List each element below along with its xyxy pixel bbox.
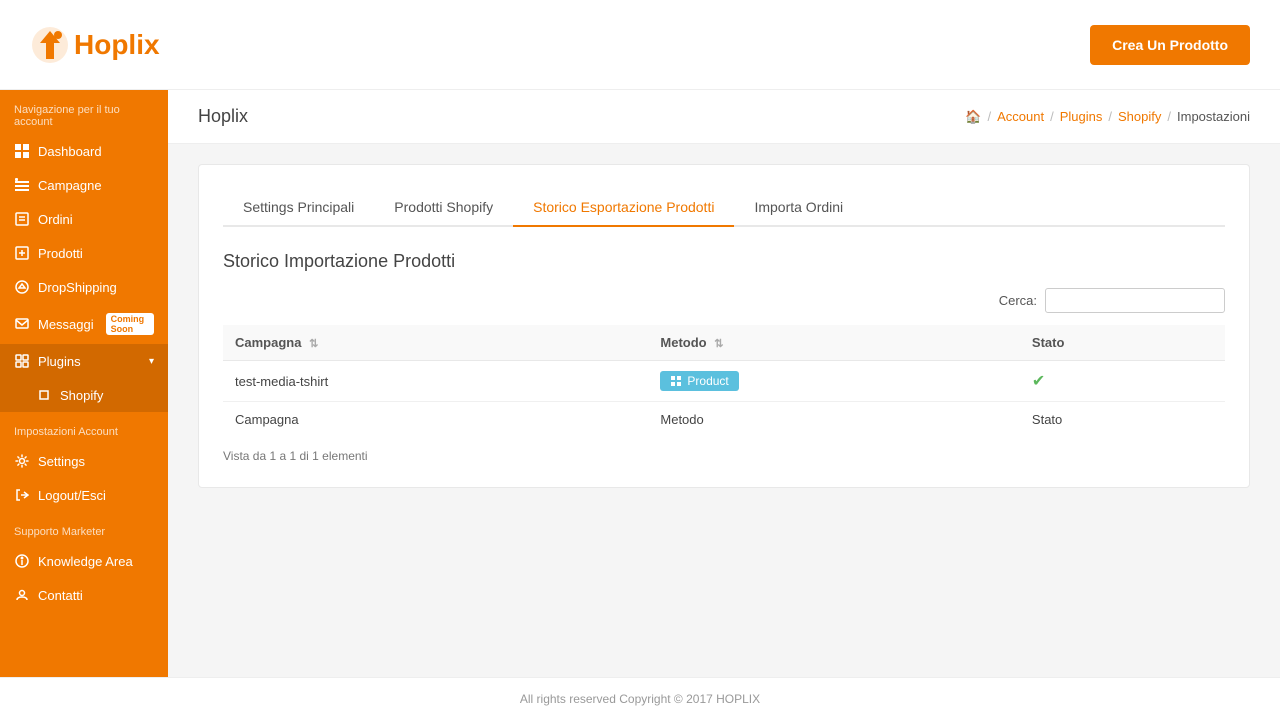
cell-campagna-footer: Campagna bbox=[223, 402, 648, 438]
breadcrumb-sep3: / bbox=[1108, 109, 1112, 124]
col-metodo[interactable]: Metodo ⇅ bbox=[648, 325, 1020, 361]
cell-metodo-1: Product bbox=[648, 361, 1020, 402]
inner-content: Settings Principali Prodotti Shopify Sto… bbox=[168, 144, 1280, 508]
sidebar-item-settings-label: Settings bbox=[38, 454, 85, 469]
sidebar-item-contatti-label: Contatti bbox=[38, 588, 83, 603]
sidebar-item-contatti[interactable]: Contatti bbox=[0, 578, 168, 612]
sidebar-item-plugins[interactable]: Plugins ▾ bbox=[0, 344, 168, 378]
dropshipping-icon bbox=[14, 279, 30, 295]
dashboard-icon bbox=[14, 143, 30, 159]
sidebar-item-dropshipping-label: DropShipping bbox=[38, 280, 117, 295]
sidebar-item-knowledge-label: Knowledge Area bbox=[38, 554, 133, 569]
logo-icon bbox=[30, 25, 70, 65]
table-row: test-media-tshirt Product ✔ bbox=[223, 361, 1225, 402]
sidebar-item-ordini[interactable]: Ordini bbox=[0, 202, 168, 236]
sidebar-item-campagne-label: Campagne bbox=[38, 178, 102, 193]
product-badge-icon bbox=[670, 375, 682, 387]
campagne-icon bbox=[14, 177, 30, 193]
sidebar-item-dropshipping[interactable]: DropShipping bbox=[0, 270, 168, 304]
table-header-row: Campagna ⇅ Metodo ⇅ Stato bbox=[223, 325, 1225, 361]
main-card: Settings Principali Prodotti Shopify Sto… bbox=[198, 164, 1250, 488]
knowledge-icon bbox=[14, 553, 30, 569]
contatti-icon bbox=[14, 587, 30, 603]
search-label: Cerca: bbox=[999, 293, 1037, 308]
breadcrumb-current: Impostazioni bbox=[1177, 109, 1250, 124]
top-header: Hoplix Crea Un Prodotto bbox=[0, 0, 1280, 90]
logo-text: Hoplix bbox=[74, 29, 160, 61]
sidebar-item-prodotti-label: Prodotti bbox=[38, 246, 83, 261]
cell-stato-1: ✔ bbox=[1020, 361, 1225, 402]
sidebar-item-prodotti[interactable]: Prodotti bbox=[0, 236, 168, 270]
page-header: Hoplix 🏠 / Account / Plugins / Shopify /… bbox=[168, 90, 1280, 144]
sidebar-item-shopify[interactable]: Shopify bbox=[0, 378, 168, 412]
vista-text: Vista da 1 a 1 di 1 elementi bbox=[223, 449, 1225, 463]
data-table: Campagna ⇅ Metodo ⇅ Stato bbox=[223, 325, 1225, 437]
breadcrumb-account[interactable]: Account bbox=[997, 109, 1044, 124]
search-input[interactable] bbox=[1045, 288, 1225, 313]
sidebar-item-dashboard[interactable]: Dashboard bbox=[0, 134, 168, 168]
sidebar-item-campagne[interactable]: Campagne bbox=[0, 168, 168, 202]
breadcrumb-sep4: / bbox=[1167, 109, 1171, 124]
tab-prodotti-shopify[interactable]: Prodotti Shopify bbox=[374, 189, 513, 227]
cell-campagna-1: test-media-tshirt bbox=[223, 361, 648, 402]
sidebar-item-dashboard-label: Dashboard bbox=[38, 144, 102, 159]
check-icon: ✔ bbox=[1032, 373, 1045, 390]
logout-icon bbox=[14, 487, 30, 503]
main-layout: Navigazione per il tuo account Dashboard… bbox=[0, 90, 1280, 677]
tabs: Settings Principali Prodotti Shopify Sto… bbox=[223, 189, 1225, 227]
prodotti-icon bbox=[14, 245, 30, 261]
cell-metodo-footer: Metodo bbox=[648, 402, 1020, 438]
col-campagna[interactable]: Campagna ⇅ bbox=[223, 325, 648, 361]
plugins-chevron-icon: ▾ bbox=[149, 356, 154, 367]
shopify-icon bbox=[36, 387, 52, 403]
sidebar-item-messaggi-label: Messaggi bbox=[38, 317, 94, 332]
cell-stato-footer: Stato bbox=[1020, 402, 1225, 438]
col-stato[interactable]: Stato bbox=[1020, 325, 1225, 361]
sidebar-section1-label: Navigazione per il tuo account bbox=[0, 90, 168, 134]
tab-settings-principali[interactable]: Settings Principali bbox=[223, 189, 374, 227]
breadcrumb-sep2: / bbox=[1050, 109, 1054, 124]
sidebar-item-ordini-label: Ordini bbox=[38, 212, 73, 227]
sidebar-section3-label: Supporto Marketer bbox=[0, 512, 168, 544]
messaggi-icon bbox=[14, 316, 30, 332]
sidebar-item-logout-label: Logout/Esci bbox=[38, 488, 106, 503]
tab-importa-ordini[interactable]: Importa Ordini bbox=[734, 189, 863, 227]
footer: All rights reserved Copyright © 2017 HOP… bbox=[0, 677, 1280, 720]
sidebar-item-knowledge[interactable]: Knowledge Area bbox=[0, 544, 168, 578]
breadcrumb-shopify[interactable]: Shopify bbox=[1118, 109, 1161, 124]
sidebar-item-plugins-label: Plugins bbox=[38, 354, 81, 369]
sidebar-item-messaggi[interactable]: Messaggi Coming Soon bbox=[0, 304, 168, 344]
product-badge: Product bbox=[660, 371, 738, 391]
sidebar-item-logout[interactable]: Logout/Esci bbox=[0, 478, 168, 512]
coming-soon-badge: Coming Soon bbox=[106, 313, 154, 335]
table-row-footer: Campagna Metodo Stato bbox=[223, 402, 1225, 438]
home-icon[interactable]: 🏠 bbox=[965, 109, 981, 125]
ordini-icon bbox=[14, 211, 30, 227]
footer-text: All rights reserved Copyright © 2017 HOP… bbox=[520, 692, 760, 706]
content-area: Hoplix 🏠 / Account / Plugins / Shopify /… bbox=[168, 90, 1280, 677]
logo-area: Hoplix bbox=[30, 25, 160, 65]
section-title: Storico Importazione Prodotti bbox=[223, 251, 1225, 272]
sort-metodo-icon: ⇅ bbox=[714, 338, 723, 350]
tab-storico-esportazione[interactable]: Storico Esportazione Prodotti bbox=[513, 189, 734, 227]
breadcrumb-sep1: / bbox=[988, 109, 992, 124]
sidebar: Navigazione per il tuo account Dashboard… bbox=[0, 90, 168, 677]
breadcrumb: 🏠 / Account / Plugins / Shopify / Impost… bbox=[965, 109, 1250, 125]
create-product-button[interactable]: Crea Un Prodotto bbox=[1090, 25, 1250, 65]
settings-icon bbox=[14, 453, 30, 469]
sort-campagna-icon: ⇅ bbox=[309, 338, 318, 350]
sidebar-section2-label: Impostazioni Account bbox=[0, 412, 168, 444]
search-row: Cerca: bbox=[223, 288, 1225, 313]
page-title: Hoplix bbox=[198, 106, 248, 127]
breadcrumb-plugins[interactable]: Plugins bbox=[1060, 109, 1103, 124]
sidebar-item-shopify-label: Shopify bbox=[60, 388, 103, 403]
plugins-icon bbox=[14, 353, 30, 369]
sidebar-item-settings[interactable]: Settings bbox=[0, 444, 168, 478]
